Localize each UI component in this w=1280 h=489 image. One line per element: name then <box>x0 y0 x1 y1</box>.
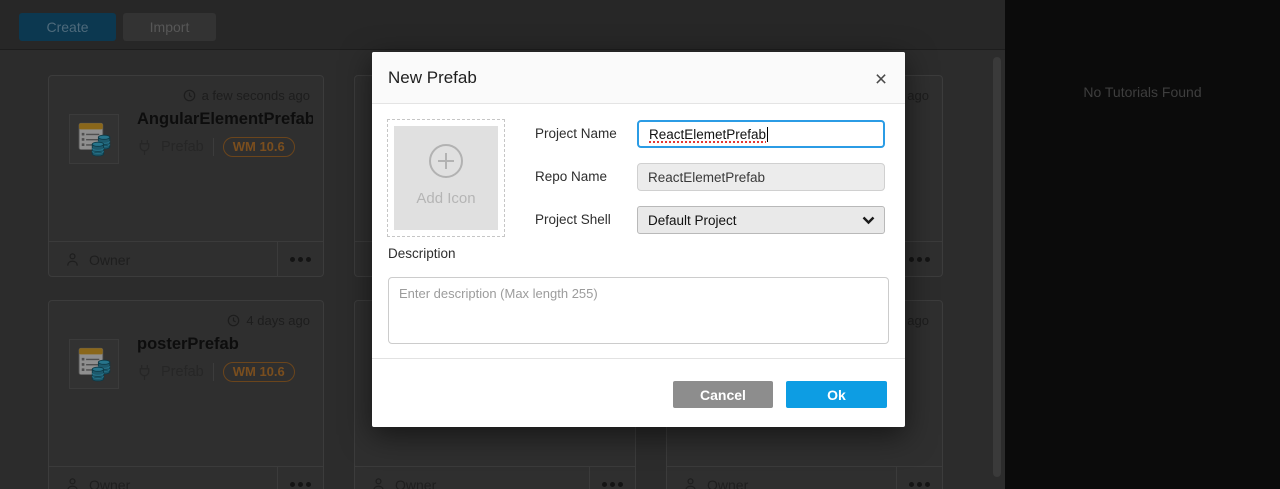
prefab-icon <box>69 339 119 389</box>
version-badge: WM 10.6 <box>223 137 295 157</box>
dialog-header: New Prefab × <box>372 52 905 104</box>
app-window: Create Import a few seconds ago <box>0 0 1280 489</box>
owner-text: Owner <box>89 477 130 489</box>
owner-text: Owner <box>707 477 748 489</box>
project-name-label: Project Name <box>535 120 635 148</box>
ok-button[interactable]: Ok <box>786 381 887 408</box>
card-footer: Owner <box>667 466 942 489</box>
plug-icon <box>137 364 152 381</box>
tutorials-empty-message: No Tutorials Found <box>1005 84 1280 100</box>
project-name-input[interactable]: ReactElemetPrefab <box>637 120 885 148</box>
ellipsis-menu-icon <box>909 482 914 487</box>
person-icon <box>65 252 80 267</box>
chevron-down-icon <box>862 216 875 225</box>
card-footer: Owner <box>49 466 323 489</box>
card-menu-button[interactable] <box>277 467 323 489</box>
person-icon <box>65 477 80 489</box>
prefab-icon <box>69 114 119 164</box>
footer-divider <box>372 358 905 359</box>
description-label: Description <box>388 246 456 261</box>
ellipsis-menu-icon <box>602 482 607 487</box>
repo-name-value: ReactElemetPrefab <box>648 170 765 185</box>
repo-name-label: Repo Name <box>535 163 635 191</box>
project-name-value: ReactElemetPrefab <box>649 127 766 142</box>
owner-label: Owner <box>355 467 589 489</box>
card-timestamp: 4 days ago <box>227 313 310 328</box>
dialog-title: New Prefab <box>388 52 477 104</box>
owner-text: Owner <box>89 252 130 268</box>
card-menu-button[interactable] <box>277 242 323 277</box>
topbar: Create Import <box>0 0 1005 50</box>
meta-divider <box>213 363 214 381</box>
timestamp-text: a few seconds ago <box>202 88 310 103</box>
ellipsis-menu-icon <box>290 257 295 262</box>
repo-name-input: ReactElemetPrefab <box>637 163 885 191</box>
project-shell-select[interactable]: Default Project <box>637 206 885 234</box>
card-type-label: Prefab <box>161 364 204 380</box>
prefab-window-db-icon <box>73 118 115 160</box>
add-icon-label: Add Icon <box>416 190 475 207</box>
card-timestamp: a few seconds ago <box>183 88 310 103</box>
person-icon <box>371 477 386 489</box>
ellipsis-menu-icon <box>909 257 914 262</box>
owner-label: Owner <box>667 467 896 489</box>
vertical-scrollbar[interactable] <box>993 57 1001 477</box>
cancel-button[interactable]: Cancel <box>673 381 773 408</box>
meta-divider <box>213 138 214 156</box>
timestamp-text: 4 days ago <box>246 313 310 328</box>
card-type-label: Prefab <box>161 139 204 155</box>
add-icon-dropzone[interactable]: Add Icon <box>387 119 505 237</box>
owner-label: Owner <box>49 467 277 489</box>
project-shell-value: Default Project <box>648 213 737 228</box>
project-shell-label: Project Shell <box>535 206 635 234</box>
prefab-window-db-icon <box>73 343 115 385</box>
new-prefab-dialog: New Prefab × Add Icon Project Name React… <box>372 52 905 427</box>
plus-circle-icon <box>429 144 463 178</box>
prefab-card-posterprefab[interactable]: 4 days ago <box>48 300 324 489</box>
person-icon <box>683 477 698 489</box>
description-textarea[interactable] <box>388 277 889 344</box>
plug-icon <box>137 139 152 156</box>
owner-label: Owner <box>49 242 277 277</box>
text-caret <box>767 127 768 142</box>
clock-icon <box>183 89 196 102</box>
prefab-card-angularelementprefab[interactable]: a few seconds ago <box>48 75 324 277</box>
card-menu-button[interactable] <box>589 467 635 489</box>
close-icon[interactable]: × <box>869 67 893 91</box>
card-footer: Owner <box>49 241 323 277</box>
create-button[interactable]: Create <box>19 13 116 41</box>
import-button[interactable]: Import <box>123 13 216 41</box>
card-menu-button[interactable] <box>896 467 942 489</box>
owner-text: Owner <box>395 477 436 489</box>
version-badge: WM 10.6 <box>223 362 295 382</box>
ellipsis-menu-icon <box>290 482 295 487</box>
tutorials-panel: No Tutorials Found <box>1005 0 1280 489</box>
card-title: posterPrefab <box>137 335 313 354</box>
card-footer: Owner <box>355 466 635 489</box>
card-title: AngularElementPrefab <box>137 110 313 129</box>
clock-icon <box>227 314 240 327</box>
